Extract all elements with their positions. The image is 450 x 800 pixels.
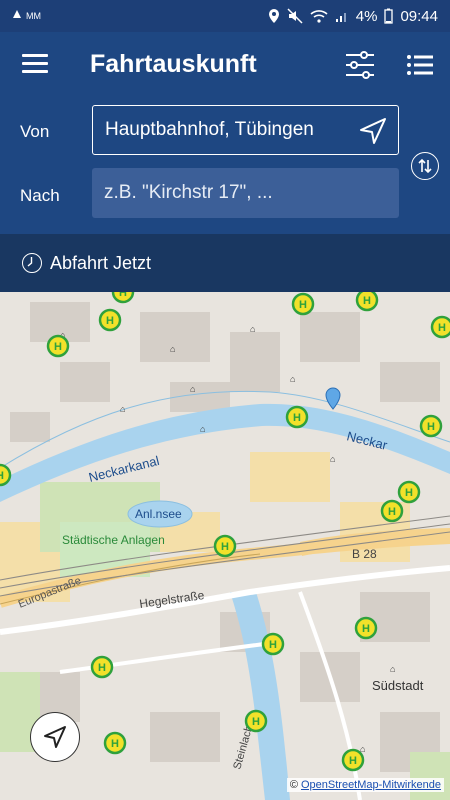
- svg-text:H: H: [405, 487, 413, 499]
- list-button[interactable]: [406, 54, 434, 76]
- svg-text:⌂: ⌂: [290, 374, 295, 384]
- svg-text:H: H: [111, 738, 119, 750]
- svg-text:H: H: [269, 639, 277, 651]
- svg-text:⌂: ⌂: [330, 454, 335, 464]
- attribution-prefix: ©: [289, 779, 298, 791]
- filter-button[interactable]: [344, 49, 376, 81]
- svg-text:H: H: [221, 541, 229, 553]
- to-placeholder: z.B. "Kirchstr 17", ...: [104, 182, 273, 203]
- to-label: Nach: [20, 186, 60, 205]
- to-field[interactable]: z.B. "Kirchstr 17", ...: [92, 168, 399, 218]
- svg-text:H: H: [54, 341, 62, 353]
- clock-icon: [22, 253, 42, 273]
- swap-button[interactable]: [411, 152, 439, 180]
- svg-text:H: H: [106, 315, 114, 327]
- battery-percent: 4%: [355, 7, 378, 25]
- status-right: 4% 09:44: [268, 8, 438, 25]
- svg-text:H: H: [299, 299, 307, 311]
- from-value: Hauptbahnhof, Tübingen: [105, 119, 314, 140]
- status-left: MM: [12, 9, 41, 23]
- swap-arrows-icon: [418, 158, 432, 174]
- route-header: Fahrtauskunft Von Hauptbahnhof, Tübingen…: [0, 32, 450, 234]
- filter-sliders-icon: [346, 51, 374, 79]
- list-icon: [407, 55, 433, 75]
- svg-text:⌂: ⌂: [250, 324, 255, 334]
- page-title: Fahrtauskunft: [90, 50, 257, 78]
- locate-me-button[interactable]: [30, 712, 80, 762]
- svg-text:H: H: [98, 662, 106, 674]
- departure-bar[interactable]: Abfahrt Jetzt: [0, 234, 450, 292]
- svg-text:⌂: ⌂: [170, 344, 175, 354]
- app-bar: Fahrtauskunft: [0, 32, 450, 100]
- svg-text:H: H: [349, 755, 357, 767]
- svg-text:H: H: [0, 470, 4, 482]
- svg-text:H: H: [119, 292, 127, 299]
- map-attribution: © OpenStreetMap-Mitwirkende: [286, 778, 444, 792]
- from-field[interactable]: Hauptbahnhof, Tübingen: [92, 105, 399, 155]
- svg-text:⌂: ⌂: [390, 664, 395, 674]
- wifi-icon: [310, 10, 328, 23]
- svg-text:⌂: ⌂: [200, 424, 205, 434]
- menu-icon: [22, 54, 48, 57]
- svg-text:H: H: [293, 412, 301, 424]
- mute-icon: [287, 8, 303, 24]
- map-label-road: B 28: [352, 547, 377, 561]
- battery-icon: [384, 8, 394, 24]
- svg-text:⌂: ⌂: [190, 384, 195, 394]
- map-label-district: Südstadt: [372, 678, 424, 693]
- from-label: Von: [20, 122, 50, 141]
- map-label-lake: Anl.nsee: [135, 507, 182, 521]
- status-left-label: MM: [26, 11, 41, 21]
- clock-time: 09:44: [400, 7, 438, 25]
- svg-text:H: H: [252, 716, 260, 728]
- navigation-arrow-icon: [44, 726, 66, 748]
- location-pin-icon: [268, 9, 279, 23]
- svg-text:⌂: ⌂: [120, 404, 125, 414]
- svg-text:H: H: [427, 421, 435, 433]
- departure-label: Abfahrt Jetzt: [50, 252, 152, 273]
- svg-text:H: H: [388, 506, 396, 518]
- svg-text:H: H: [363, 295, 371, 307]
- svg-text:H: H: [438, 322, 446, 334]
- menu-button[interactable]: [22, 54, 48, 76]
- cell-signal-icon: [335, 13, 346, 22]
- map-label-park: Städtische Anlagen: [62, 533, 165, 547]
- status-bar: MM 4% 09:44: [0, 0, 450, 32]
- navigation-arrow-icon[interactable]: [358, 116, 388, 146]
- svg-text:H: H: [362, 623, 370, 635]
- attribution-link[interactable]: OpenStreetMap-Mitwirkende: [301, 779, 441, 791]
- signal-triangle-icon: [13, 10, 21, 18]
